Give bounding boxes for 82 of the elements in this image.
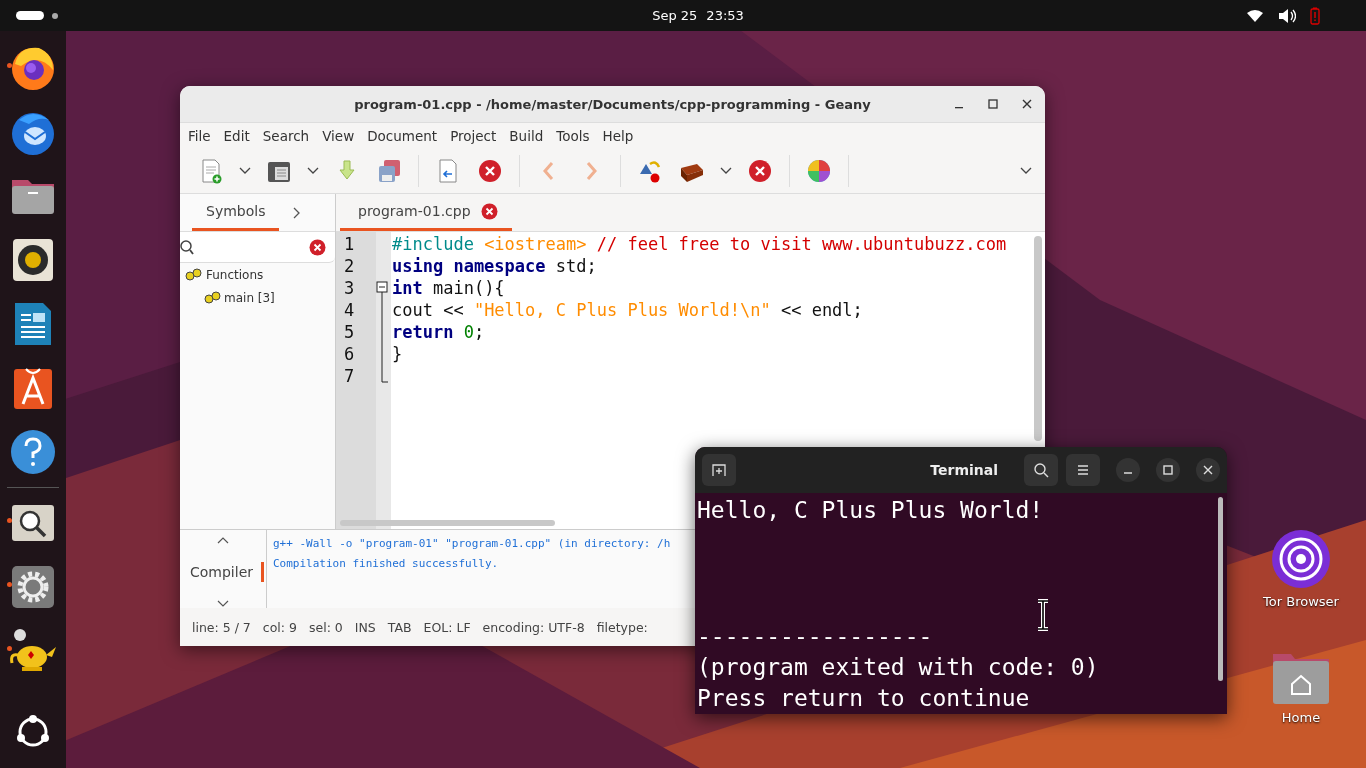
terminal-output: Press return to continue: [697, 684, 1031, 713]
new-tab-button[interactable]: [702, 454, 736, 486]
text-cursor-icon: [1036, 599, 1050, 631]
code-line: return 0;: [392, 321, 486, 343]
maximize-button[interactable]: [1156, 458, 1180, 482]
close-tab-icon[interactable]: [480, 202, 498, 220]
menu-item[interactable]: Document: [361, 128, 444, 144]
status-item: TAB: [387, 619, 412, 635]
messages-tab[interactable]: Compiler: [182, 562, 264, 582]
line-number: 6: [343, 343, 356, 365]
menu-item[interactable]: Build: [503, 128, 550, 144]
battery-icon[interactable]: [1310, 6, 1320, 25]
symbol-search-field[interactable]: [180, 232, 335, 263]
menu-icon: [1075, 462, 1091, 478]
maximize-icon: [1162, 464, 1174, 476]
terminal-output: (program exited with code: 0): [697, 653, 1100, 682]
code-line: using namespace std;: [392, 255, 598, 277]
status-item: line: 5 / 7: [192, 619, 251, 635]
status-item: EOL: LF: [423, 619, 471, 635]
close-icon: [1202, 464, 1214, 476]
code-line: #include <iostream> // feel free to visit www.ubuntubuzz.com: [392, 233, 1008, 255]
home-folder-icon[interactable]: [1270, 652, 1332, 706]
onion-icon[interactable]: [1270, 528, 1332, 590]
shapes-icon: [637, 158, 663, 184]
menu-item[interactable]: Tools: [550, 128, 596, 144]
menu-item[interactable]: Help: [596, 128, 640, 144]
workspace-indicator[interactable]: [16, 11, 44, 20]
menu-item[interactable]: Project: [444, 128, 503, 144]
terminal-output: Hello, C Plus Plus World!: [697, 496, 1045, 525]
desktop-icon-label[interactable]: Home: [1281, 710, 1321, 725]
search-button[interactable]: [1024, 454, 1058, 486]
desktop-icon-label[interactable]: Tor Browser: [1263, 594, 1339, 609]
line-number: 5: [343, 321, 356, 343]
code-line: cout << "Hello, C Plus Plus World!\n" << endl;: [392, 299, 864, 321]
tree-item[interactable]: Functions: [206, 267, 264, 282]
compiler-message: Compilation finished successfully.: [273, 556, 500, 572]
compiler-message: g++ -Wall -o "program-01" "program-01.cpp" (in directory: /h: [273, 536, 671, 552]
search-icon: [1033, 462, 1049, 478]
tree-item[interactable]: main [3]: [224, 290, 275, 305]
status-item: encoding: UTF-8: [482, 619, 585, 635]
window-title: program-01.cpp - /home/master/Documents/cpp-programming - Geany: [354, 96, 871, 112]
new-tab-icon: [711, 462, 727, 478]
vertical-scrollbar[interactable]: [1218, 497, 1223, 681]
status-item: sel: 0: [308, 619, 343, 635]
search-icon: [180, 239, 194, 255]
volume-icon[interactable]: [1278, 7, 1296, 24]
maximize-icon[interactable]: [987, 98, 999, 110]
status-item: INS: [354, 619, 376, 635]
menu-item[interactable]: View: [316, 128, 361, 144]
status-item: col: 9: [262, 619, 297, 635]
clear-icon[interactable]: [309, 238, 326, 256]
line-number: 2: [343, 255, 356, 277]
clock[interactable]: Sep 25 23:53: [652, 8, 744, 23]
chevron-up-icon[interactable]: [216, 536, 230, 546]
close-icon: [747, 158, 773, 184]
menu-item[interactable]: Edit: [217, 128, 256, 144]
minimize-button[interactable]: [1116, 458, 1140, 482]
wifi-icon[interactable]: [1246, 8, 1264, 23]
floppy-disks-icon: [376, 158, 402, 184]
close-icon: [477, 158, 503, 184]
close-button[interactable]: [1196, 458, 1220, 482]
menu-item[interactable]: Search: [256, 128, 316, 144]
vertical-scrollbar[interactable]: [1034, 236, 1042, 441]
symbol-icon: [204, 290, 222, 305]
status-item: filetype:: [596, 619, 648, 635]
horizontal-scrollbar[interactable]: [340, 520, 555, 526]
chevron-right-icon[interactable]: [291, 205, 302, 220]
color-wheel-icon: [806, 158, 832, 184]
line-number: 7: [343, 365, 356, 387]
workspace-dot-icon[interactable]: [52, 12, 58, 19]
terminal-output: -----------------: [697, 622, 934, 651]
code-line: int main(){: [392, 277, 506, 299]
close-icon[interactable]: [1021, 98, 1033, 110]
window-title: Terminal: [929, 462, 999, 478]
menu-item[interactable]: File: [182, 128, 217, 144]
line-number: 1: [343, 233, 356, 255]
code-line: }: [392, 343, 404, 365]
line-number: 4: [343, 299, 356, 321]
line-number: 3: [343, 277, 356, 299]
menu-button[interactable]: [1066, 454, 1100, 486]
chevron-down-icon[interactable]: [216, 598, 230, 608]
minimize-icon: [1123, 471, 1133, 475]
